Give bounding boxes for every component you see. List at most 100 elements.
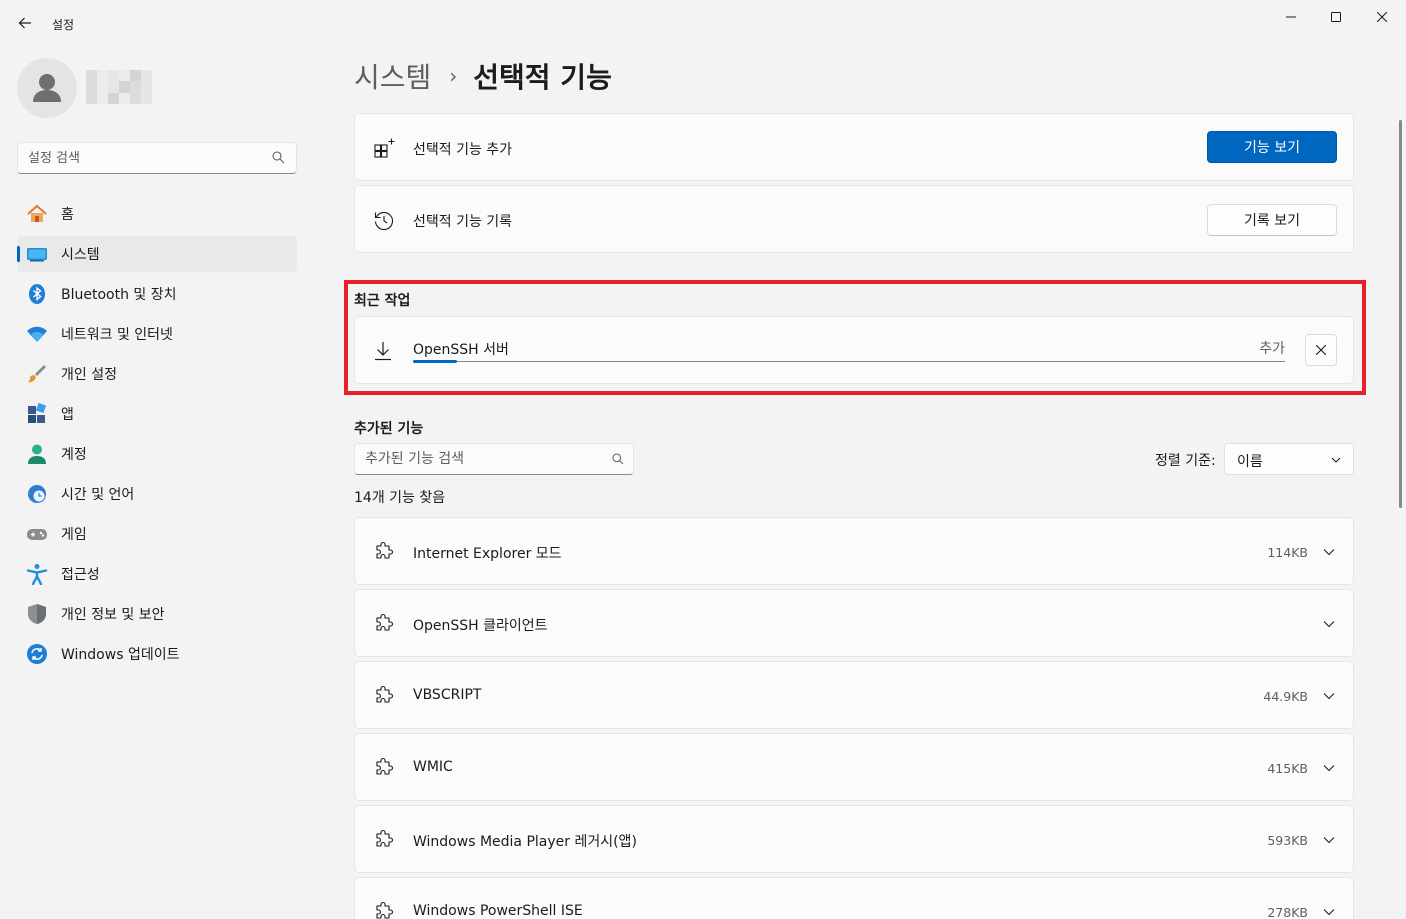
installed-features-search-input[interactable] [355,444,595,474]
breadcrumb-parent-link[interactable]: 시스템 [354,56,431,96]
apps-icon [26,403,48,425]
sidebar-item-label: Windows 업데이트 [61,647,180,663]
title-bar: 설정 [0,0,1406,48]
feature-name: VBSCRIPT [413,687,482,703]
sidebar-item-system[interactable]: 시스템 [17,236,297,272]
feature-name: WMIC [413,759,453,775]
sidebar-item-label: 시스템 [61,247,100,263]
minimize-button[interactable] [1268,0,1314,34]
sidebar-item-label: 게임 [61,527,87,543]
feature-row[interactable]: Internet Explorer 모드 114KB [354,517,1354,585]
sidebar-item-label: 네트워크 및 인터넷 [61,327,173,343]
puzzle-piece-icon [376,901,394,919]
system-monitor-icon [26,243,48,265]
sidebar-item-label: 접근성 [61,567,100,583]
settings-search-box[interactable] [17,142,297,174]
feature-row[interactable]: Windows PowerShell ISE 278KB [354,877,1354,919]
add-grid-icon [374,138,395,158]
view-features-button[interactable]: 기능 보기 [1207,131,1337,163]
close-icon [1377,12,1387,22]
accessibility-icon [26,563,48,585]
puzzle-piece-icon [376,757,394,775]
avatar[interactable] [17,58,77,118]
chevron-down-icon [1331,457,1341,463]
feature-size: 415KB [1267,761,1308,776]
sidebar-nav: 홈 시스템 Bluetooth 및 장치 네트워크 및 인터넷 개인 설정 앱 [17,196,297,676]
sidebar-item-label: 개인 설정 [61,367,117,383]
sidebar-item-privacy-security[interactable]: 개인 정보 및 보안 [17,596,297,632]
user-name-redacted [86,70,152,104]
sidebar-item-bluetooth[interactable]: Bluetooth 및 장치 [17,276,297,312]
globe-clock-icon [26,483,48,505]
sort-by-label: 정렬 기준: [1155,453,1216,469]
bluetooth-icon [26,283,48,305]
add-feature-label: 선택적 기능 추가 [413,142,513,158]
feature-row[interactable]: Windows Media Player 레거시(앱) 593KB [354,805,1354,873]
puzzle-piece-icon [376,685,394,703]
sidebar-item-home[interactable]: 홈 [17,196,297,232]
sidebar-item-time-language[interactable]: 시간 및 언어 [17,476,297,512]
maximize-button[interactable] [1313,0,1359,34]
sidebar-item-label: 계정 [61,447,87,463]
account-icon [26,443,48,465]
feature-size: 593KB [1267,833,1308,848]
shield-icon [26,603,48,625]
chevron-down-icon[interactable] [1323,906,1335,918]
chevron-down-icon[interactable] [1323,762,1335,774]
sidebar-item-network[interactable]: 네트워크 및 인터넷 [17,316,297,352]
arrow-left-icon [18,17,31,29]
feature-row[interactable]: OpenSSH 클라이언트 [354,589,1354,657]
minimize-icon [1286,16,1296,18]
features-found-count: 14개 기능 찾음 [354,490,446,506]
page-title: 선택적 기능 [473,61,612,94]
sidebar-item-personalization[interactable]: 개인 설정 [17,356,297,392]
chevron-down-icon[interactable] [1323,690,1335,702]
sidebar-item-windows-update[interactable]: Windows 업데이트 [17,636,297,672]
feature-name: OpenSSH 클라이언트 [413,618,548,634]
back-button[interactable] [12,10,38,36]
feature-row[interactable]: VBSCRIPT 44.9KB [354,661,1354,729]
chevron-down-icon[interactable] [1323,618,1335,630]
breadcrumb: 시스템 › 선택적 기능 [354,56,612,96]
sidebar-item-label: 시간 및 언어 [61,487,135,503]
feature-size: 114KB [1267,545,1308,560]
vertical-scrollbar[interactable] [1399,120,1402,508]
app-title: 설정 [52,18,75,32]
feature-name: Windows PowerShell ISE [413,903,583,919]
feature-name: Internet Explorer 모드 [413,546,562,562]
highlight-annotation-box [344,280,1366,395]
sidebar-item-accounts[interactable]: 계정 [17,436,297,472]
breadcrumb-separator: › [449,64,458,88]
feature-row[interactable]: WMIC 415KB [354,733,1354,801]
paintbrush-icon [26,363,48,385]
update-icon [26,643,48,665]
puzzle-piece-icon [376,613,394,631]
sidebar-item-accessibility[interactable]: 접근성 [17,556,297,592]
sort-by-value: 이름 [1237,454,1263,470]
view-history-button[interactable]: 기록 보기 [1207,204,1337,236]
sidebar-item-label: 앱 [61,407,74,423]
puzzle-piece-icon [376,829,394,847]
add-feature-card: 선택적 기능 추가 기능 보기 [354,113,1354,181]
feature-size: 278KB [1267,905,1308,919]
installed-features-title: 추가된 기능 [354,421,424,437]
home-icon [26,203,48,225]
wifi-icon [26,323,48,345]
search-icon [272,151,285,164]
feature-size: 44.9KB [1263,689,1308,704]
sidebar-item-label: 개인 정보 및 보안 [61,607,165,623]
chevron-down-icon[interactable] [1323,834,1335,846]
feature-name: Windows Media Player 레거시(앱) [413,834,637,850]
person-icon [33,74,61,102]
sidebar-item-apps[interactable]: 앱 [17,396,297,432]
close-button[interactable] [1359,0,1405,34]
maximize-icon [1331,12,1341,22]
sidebar-item-label: 홈 [61,207,74,223]
settings-search-input[interactable] [18,143,258,173]
sidebar-item-gaming[interactable]: 게임 [17,516,297,552]
sort-by-dropdown[interactable]: 이름 [1224,443,1354,475]
gamepad-icon [26,523,48,545]
history-icon [374,211,394,231]
installed-features-search-box[interactable] [354,443,634,475]
chevron-down-icon[interactable] [1323,546,1335,558]
